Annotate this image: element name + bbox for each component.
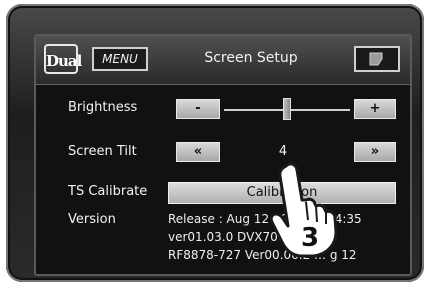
device-bezel: Dual MENU Screen Setup Brightness - + Sc… (6, 4, 424, 282)
brightness-slider-thumb[interactable] (283, 98, 291, 120)
step-number: 3 (301, 223, 319, 253)
tilt-value: 4 (278, 144, 288, 159)
back-button[interactable] (354, 46, 400, 72)
brightness-decrease-button[interactable]: - (176, 99, 220, 119)
version-label: Version (68, 212, 116, 227)
screen-tilt-label: Screen Tilt (68, 144, 137, 159)
brightness-label: Brightness (68, 100, 138, 115)
back-arrow-icon (369, 52, 383, 66)
tilt-next-button[interactable]: » (354, 142, 396, 162)
pointing-hand-icon: 3 (250, 160, 346, 264)
ts-calibrate-label: TS Calibrate (68, 184, 148, 199)
header-bar: Dual MENU Screen Setup (36, 36, 410, 85)
brightness-increase-button[interactable]: + (354, 99, 396, 119)
tilt-prev-button[interactable]: « (176, 142, 220, 162)
page-title: Screen Setup (204, 50, 298, 66)
menu-button[interactable]: MENU (92, 47, 148, 71)
screen-setup-panel: Dual MENU Screen Setup Brightness - + Sc… (34, 34, 412, 276)
dual-logo: Dual (44, 44, 82, 74)
